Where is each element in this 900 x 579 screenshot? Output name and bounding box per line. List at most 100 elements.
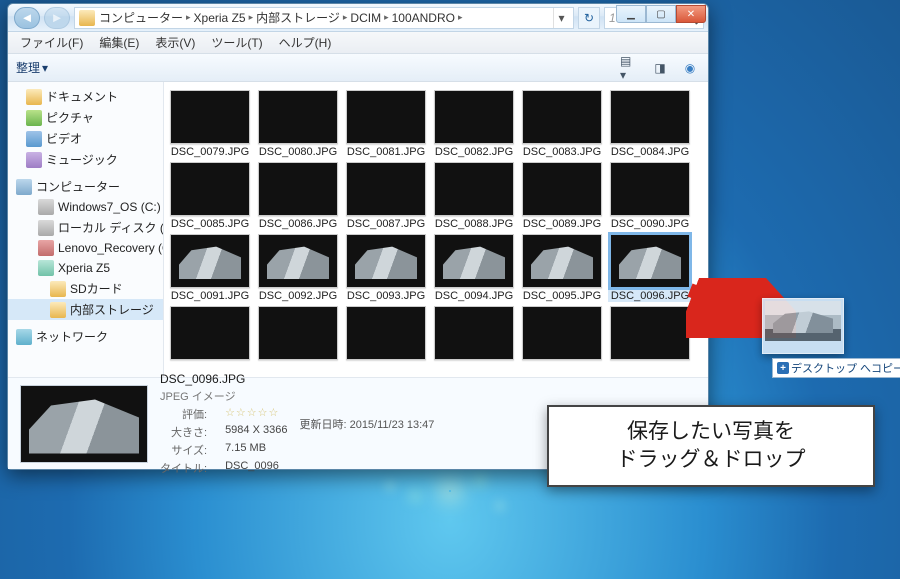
help-icon[interactable]: ◉ xyxy=(680,58,700,78)
address-dropdown-icon[interactable]: ▾ xyxy=(553,8,569,28)
thumbnail[interactable] xyxy=(344,306,428,362)
thumbnail[interactable]: DSC_0087.JPG xyxy=(344,162,428,230)
menu-help[interactable]: ヘルプ(H) xyxy=(273,32,338,53)
breadcrumb-segment[interactable]: コンピューター xyxy=(99,9,183,26)
thumbnail[interactable]: DSC_0096.JPG xyxy=(608,234,692,302)
thumbnail[interactable]: DSC_0084.JPG xyxy=(608,90,692,158)
folder-icon xyxy=(50,302,66,318)
thumbnail[interactable]: DSC_0081.JPG xyxy=(344,90,428,158)
tree-item[interactable]: Xperia Z5 xyxy=(8,258,163,278)
menu-tools[interactable]: ツール(T) xyxy=(205,32,268,53)
menu-file[interactable]: ファイル(F) xyxy=(14,32,89,53)
thumbnail[interactable]: DSC_0085.JPG xyxy=(168,162,252,230)
mus-icon xyxy=(26,152,42,168)
thumbnail-label: DSC_0087.JPG xyxy=(347,218,425,230)
close-button[interactable]: ✕ xyxy=(676,5,706,23)
thumbnail[interactable] xyxy=(608,306,692,362)
breadcrumb-separator[interactable]: ▸ xyxy=(343,12,348,23)
thumbnail-image xyxy=(258,234,338,288)
drag-ghost: + デスクトップ へコピー xyxy=(762,298,844,370)
thumbnail-label: DSC_0085.JPG xyxy=(171,218,249,230)
thumbnail-label: DSC_0084.JPG xyxy=(611,146,689,158)
explorer-window: ▁ ▢ ✕ ◄ ► コンピューター▸Xperia Z5▸内部ストレージ▸DCIM… xyxy=(7,3,709,470)
thumbnail[interactable] xyxy=(256,306,340,362)
thumbnail-image xyxy=(170,162,250,216)
breadcrumb-separator[interactable]: ▸ xyxy=(249,12,254,23)
breadcrumb-segment[interactable]: Xperia Z5 xyxy=(194,11,246,25)
thumbnail-label: DSC_0093.JPG xyxy=(347,290,425,302)
details-rating[interactable]: ☆☆☆☆☆ xyxy=(225,406,287,422)
folder-icon xyxy=(50,281,66,297)
thumbnail[interactable]: DSC_0095.JPG xyxy=(520,234,604,302)
address-bar[interactable]: コンピューター▸Xperia Z5▸内部ストレージ▸DCIM▸100ANDRO▸… xyxy=(74,7,574,29)
breadcrumb-separator[interactable]: ▸ xyxy=(186,12,191,23)
view-options-button[interactable]: ▤ ▾ xyxy=(620,58,640,78)
tree-item[interactable]: ローカル ディスク (F:) xyxy=(8,217,163,238)
computer-icon xyxy=(16,179,32,195)
tree-library-ピクチャ[interactable]: ピクチャ xyxy=(8,107,163,128)
breadcrumb-segment[interactable]: 100ANDRO xyxy=(392,11,455,25)
preview-pane-button[interactable]: ◨ xyxy=(650,58,670,78)
tree-network[interactable]: ネットワーク xyxy=(8,326,163,347)
thumbnail[interactable] xyxy=(432,306,516,362)
breadcrumb-separator[interactable]: ▸ xyxy=(384,12,389,23)
refresh-button[interactable]: ↻ xyxy=(578,7,600,29)
thumbnail-image xyxy=(258,90,338,144)
thumbnail-label: DSC_0092.JPG xyxy=(259,290,337,302)
file-list[interactable]: DSC_0079.JPGDSC_0080.JPGDSC_0081.JPGDSC_… xyxy=(164,82,708,377)
minimize-button[interactable]: ▁ xyxy=(616,5,646,23)
thumbnail[interactable]: DSC_0092.JPG xyxy=(256,234,340,302)
maximize-button[interactable]: ▢ xyxy=(646,5,676,23)
tree-computer[interactable]: コンピューター xyxy=(8,176,163,197)
thumbnail[interactable]: DSC_0086.JPG xyxy=(256,162,340,230)
thumbnail-label: DSC_0079.JPG xyxy=(171,146,249,158)
thumbnail[interactable]: DSC_0089.JPG xyxy=(520,162,604,230)
thumbnail[interactable]: DSC_0090.JPG xyxy=(608,162,692,230)
nav-forward-button[interactable]: ► xyxy=(44,7,70,29)
thumbnail[interactable]: DSC_0093.JPG xyxy=(344,234,428,302)
tree-item[interactable]: Windows7_OS (C:) xyxy=(8,197,163,217)
breadcrumb-segment[interactable]: DCIM xyxy=(350,11,381,25)
organize-button[interactable]: 整理 ▾ xyxy=(16,59,48,76)
thumbnail-label: DSC_0096.JPG xyxy=(611,290,689,302)
thumbnail-image xyxy=(434,234,514,288)
tree-item[interactable]: Lenovo_Recovery (Q:) xyxy=(8,238,163,258)
menu-edit[interactable]: 編集(E) xyxy=(93,32,145,53)
thumbnail-image xyxy=(434,162,514,216)
details-filetype: JPEG イメージ xyxy=(160,388,287,404)
thumbnail-image xyxy=(610,234,690,288)
network-icon xyxy=(16,329,32,345)
thumbnail-image xyxy=(434,306,514,360)
tree-item[interactable]: 内部ストレージ xyxy=(8,299,163,320)
breadcrumb-separator[interactable]: ▸ xyxy=(458,12,463,23)
tree-library-ビデオ[interactable]: ビデオ xyxy=(8,128,163,149)
thumbnail-image xyxy=(434,90,514,144)
thumbnail[interactable]: DSC_0080.JPG xyxy=(256,90,340,158)
thumbnail-image xyxy=(522,90,602,144)
chevron-down-icon: ▾ xyxy=(42,61,48,75)
thumbnail[interactable]: DSC_0091.JPG xyxy=(168,234,252,302)
desktop-light-flare xyxy=(449,490,451,492)
details-title-label: タイトル: xyxy=(160,460,211,476)
thumbnail[interactable]: DSC_0082.JPG xyxy=(432,90,516,158)
tree-library-ドキュメント[interactable]: ドキュメント xyxy=(8,86,163,107)
thumbnail[interactable]: DSC_0094.JPG xyxy=(432,234,516,302)
thumbnail[interactable]: DSC_0079.JPG xyxy=(168,90,252,158)
window-controls: ▁ ▢ ✕ xyxy=(616,5,706,23)
thumbnail[interactable]: DSC_0088.JPG xyxy=(432,162,516,230)
details-size: 7.15 MB xyxy=(225,442,287,458)
thumbnail[interactable]: DSC_0083.JPG xyxy=(520,90,604,158)
thumbnail[interactable] xyxy=(168,306,252,362)
menu-view[interactable]: 表示(V) xyxy=(149,32,201,53)
thumbnail-label: DSC_0091.JPG xyxy=(171,290,249,302)
nav-back-button[interactable]: ◄ xyxy=(14,7,40,29)
toolbar: 整理 ▾ ▤ ▾ ◨ ◉ xyxy=(8,54,708,82)
thumbnail[interactable] xyxy=(520,306,604,362)
thumbnail-image xyxy=(346,234,426,288)
tree-library-ミュージック[interactable]: ミュージック xyxy=(8,149,163,170)
thumbnail-image xyxy=(346,90,426,144)
thumbnail-label: DSC_0095.JPG xyxy=(523,290,601,302)
breadcrumb-segment[interactable]: 内部ストレージ xyxy=(256,9,340,26)
tree-item[interactable]: SDカード xyxy=(8,278,163,299)
details-dimensions: 5984 X 3366 xyxy=(225,424,287,440)
